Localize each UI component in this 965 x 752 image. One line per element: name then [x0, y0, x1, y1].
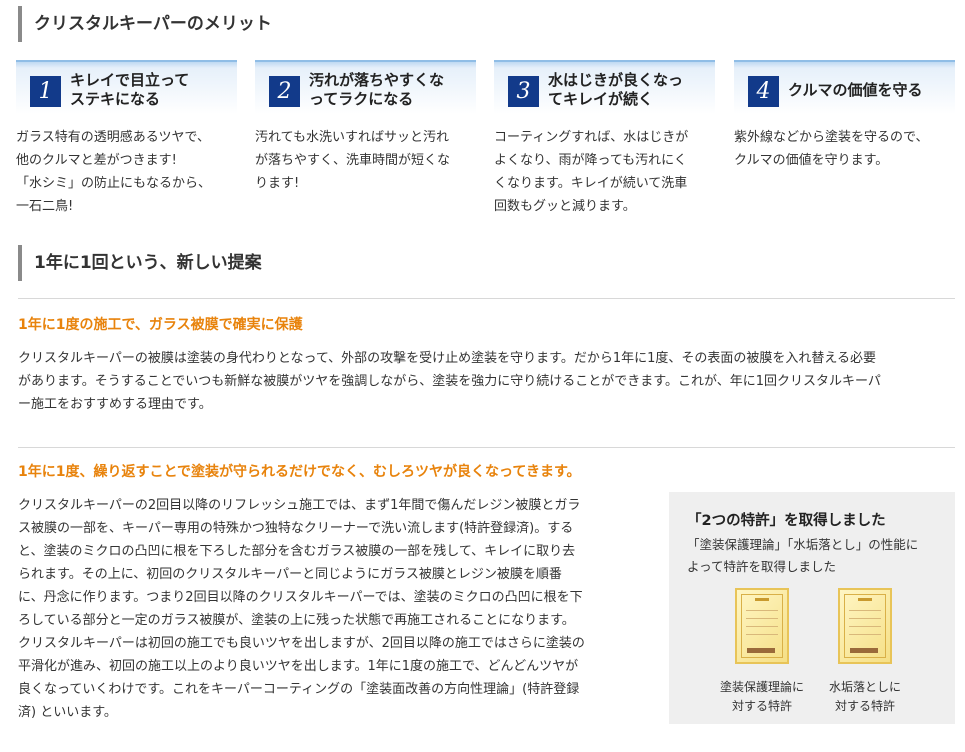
feature-number-badge: 2	[269, 76, 300, 107]
divider	[18, 447, 955, 448]
paragraph-protection: クリスタルキーパーの被膜は塗装の身代わりとなって、外部の攻撃を受け止め塗装を守り…	[18, 351, 881, 412]
feature-card-1: 1 キレイで目立って ステキになる ガラス特有の透明感あるツヤで、 他のクルマと…	[16, 60, 237, 218]
feature-description: 紫外線などから塗装を守るので、 クルマの価値を守ります。	[734, 130, 929, 168]
section-heading-proposal: 1年に1回という、新しい提案	[18, 245, 955, 281]
feature-description: ガラス特有の透明感あるツヤで、 他のクルマと差がつきます! 「水シミ」の防止にも…	[16, 130, 212, 214]
feature-number-badge: 4	[748, 76, 779, 107]
feature-title: クルマの価値を守る	[788, 81, 923, 99]
feature-description: コーティングすれば、水はじきが よくなり、雨が降っても汚れにく くなります。キレ…	[494, 130, 689, 214]
feature-card-4: 4 クルマの価値を守る 紫外線などから塗装を守るので、 クルマの価値を守ります。	[734, 60, 955, 172]
patent-title: 「2つの特許」を取得しました	[687, 513, 886, 529]
feature-title: 汚れが落ちやすくな ってラクになる	[309, 71, 445, 108]
feature-card-2: 2 汚れが落ちやすくな ってラクになる 汚れても水洗いすればサッと汚れ が落ちや…	[255, 60, 476, 195]
subheading-gloss: 1年に1度、繰り返すことで塗装が守られるだけでなく、むしろツヤが良くなってきます…	[18, 464, 581, 480]
feature-title: 水はじきが良くなっ てキレイが続く	[548, 71, 684, 108]
feature-header: 2 汚れが落ちやすくな ってラクになる	[255, 60, 476, 114]
certificate-caption: 水垢落としに 対する特許	[828, 680, 901, 713]
divider	[18, 298, 955, 299]
feature-title: キレイで目立って ステキになる	[70, 71, 190, 108]
feature-header: 4 クルマの価値を守る	[734, 60, 955, 114]
patent-certificate-image	[838, 588, 892, 664]
feature-header: 3 水はじきが良くなっ てキレイが続く	[494, 60, 715, 114]
certificate-caption: 塗装保護理論に 対する特許	[719, 680, 804, 713]
feature-number-badge: 1	[30, 76, 61, 107]
paragraph-gloss: クリスタルキーパーの2回目以降のリフレッシュ施工では、まず1年間で傷んだレジン被…	[18, 498, 585, 720]
feature-header: 1 キレイで目立って ステキになる	[16, 60, 237, 114]
feature-card-3: 3 水はじきが良くなっ てキレイが続く コーティングすれば、水はじきが よくなり…	[494, 60, 715, 218]
patent-info-box: 「2つの特許」を取得しました 「塗装保護理論」「水垢落とし」の性能に よって特許…	[669, 492, 955, 724]
feature-number-badge: 3	[508, 76, 539, 107]
feature-description: 汚れても水洗いすればサッと汚れ が落ちやすく、洗車時間が短くな ります!	[255, 130, 451, 191]
patent-certificate-image	[735, 588, 789, 664]
patent-description: 「塗装保護理論」「水垢落とし」の性能に よって特許を取得しました	[687, 537, 919, 574]
section-heading-merits: クリスタルキーパーのメリット	[18, 6, 955, 42]
subheading-protection: 1年に1度の施工で、ガラス被膜で確実に保護	[18, 317, 303, 333]
